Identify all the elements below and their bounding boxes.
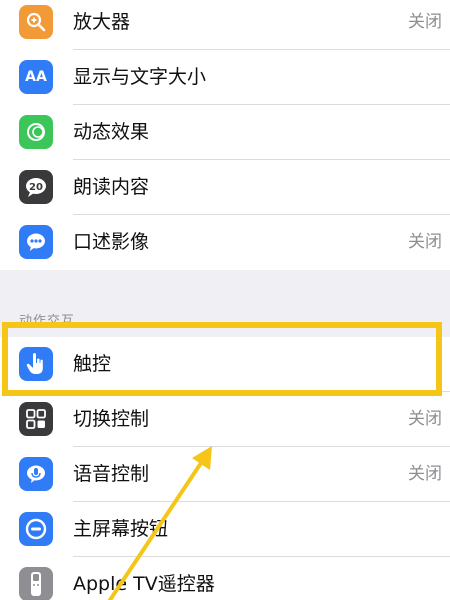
row-home-button[interactable]: 主屏幕按钮 <box>0 502 450 557</box>
section-spacer <box>0 270 450 340</box>
row-spoken-content[interactable]: 20 朗读内容 <box>0 160 450 215</box>
row-label: 语音控制 <box>73 463 150 485</box>
row-value <box>408 105 450 160</box>
row-label: 口述影像 <box>73 231 150 253</box>
row-value: 关闭 <box>408 12 442 32</box>
row-magnifier[interactable]: 放大器 关闭 <box>0 0 450 50</box>
voice-control-icon <box>19 457 53 491</box>
row-value <box>408 160 450 215</box>
row-label: 动态效果 <box>73 121 150 143</box>
switch-control-icon <box>19 402 53 436</box>
row-display-text-size[interactable]: AA 显示与文字大小 <box>0 50 450 105</box>
row-switch-control[interactable]: 切换控制 关闭 <box>0 392 450 447</box>
home-button-icon <box>19 512 53 546</box>
row-value <box>408 557 450 600</box>
row-label: 放大器 <box>73 11 131 33</box>
text-size-glyph: AA <box>25 69 47 85</box>
row-apple-tv-remote[interactable]: Apple TV遥控器 <box>0 557 450 600</box>
magnifier-icon <box>19 5 53 39</box>
motion-icon <box>19 115 53 149</box>
row-value: 关闭 <box>408 409 442 429</box>
row-label: 触控 <box>73 353 112 375</box>
speech-glyph: 20 <box>29 182 43 193</box>
text-size-icon: AA <box>19 60 53 94</box>
row-label: Apple TV遥控器 <box>73 573 215 595</box>
accessibility-settings-screen: 放大器 关闭 AA 显示与文字大小 动态效果 20 朗读内容 口述影像 关闭 动… <box>0 0 450 600</box>
section-header-interaction: 动作交互 <box>19 314 76 329</box>
audio-description-icon <box>19 225 53 259</box>
row-value <box>408 50 450 105</box>
row-label: 朗读内容 <box>73 176 150 198</box>
row-voice-control[interactable]: 语音控制 关闭 <box>0 447 450 502</box>
row-touch[interactable]: 触控 <box>0 337 450 392</box>
row-audio-description[interactable]: 口述影像 关闭 <box>0 215 450 270</box>
touch-icon <box>19 347 53 381</box>
row-motion[interactable]: 动态效果 <box>0 105 450 160</box>
row-label: 切换控制 <box>73 408 150 430</box>
speech-icon: 20 <box>19 170 53 204</box>
row-value <box>408 337 450 392</box>
apple-tv-remote-icon <box>19 567 53 600</box>
row-label: 显示与文字大小 <box>73 66 207 88</box>
row-value: 关闭 <box>408 232 442 252</box>
row-value <box>408 502 450 557</box>
row-label: 主屏幕按钮 <box>73 518 169 540</box>
row-value: 关闭 <box>408 464 442 484</box>
